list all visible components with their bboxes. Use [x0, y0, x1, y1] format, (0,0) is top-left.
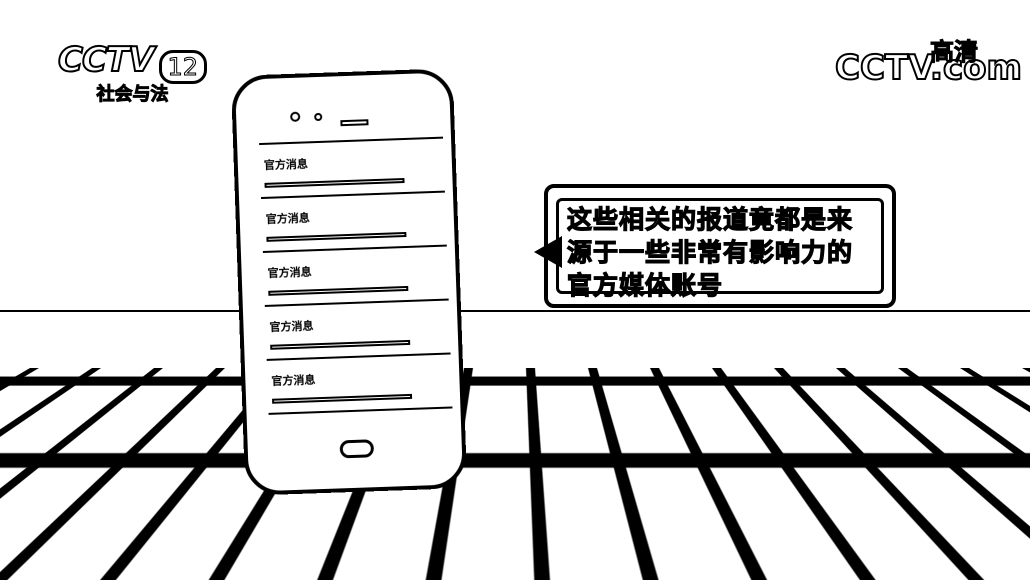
speaker-icon	[340, 119, 369, 127]
caption-line: 官方媒体账号	[566, 270, 724, 300]
news-line	[264, 178, 405, 188]
news-item: 官方消息	[264, 300, 451, 361]
news-title: 官方消息	[265, 211, 310, 226]
phone-illustration: 官方消息 官方消息 官方消息 官方消息 官方消息	[230, 68, 468, 496]
news-item: 官方消息	[266, 354, 453, 415]
news-line	[270, 339, 411, 350]
news-line	[268, 285, 409, 296]
news-item: 官方消息	[259, 138, 445, 200]
news-item: 官方消息	[262, 246, 449, 307]
logo-brand: CCTV	[57, 39, 155, 81]
sensor-icon	[314, 112, 323, 122]
news-title: 官方消息	[263, 157, 309, 172]
hd-badge: 高清	[930, 38, 979, 67]
news-title: 官方消息	[269, 319, 314, 334]
speech-bubble: 这些相关的报道竟都是来 源于一些非常有影响力的 官方媒体账号	[534, 184, 896, 308]
caption-line: 这些相关的报道竟都是来	[566, 204, 854, 234]
cctv-com-logo: 高清 CCTV.com	[834, 38, 1023, 90]
cctv12-logo: CCTV 12 社会与法	[57, 39, 208, 106]
phone-screen: 官方消息 官方消息 官方消息 官方消息 官方消息	[259, 136, 453, 421]
camera-icon	[290, 111, 301, 122]
news-title: 官方消息	[267, 265, 312, 280]
news-item: 官方消息	[261, 192, 447, 253]
horizon-line	[0, 310, 1030, 312]
news-title: 官方消息	[271, 373, 316, 388]
home-button	[339, 439, 375, 459]
website-brand: CCTV.com	[834, 47, 1023, 89]
news-line	[272, 393, 413, 404]
grid-floor	[0, 368, 1030, 580]
logo-number: 12	[158, 49, 208, 84]
news-line	[266, 231, 407, 242]
bubble-tail	[518, 236, 562, 268]
caption-line: 源于一些非常有影响力的	[566, 237, 854, 267]
